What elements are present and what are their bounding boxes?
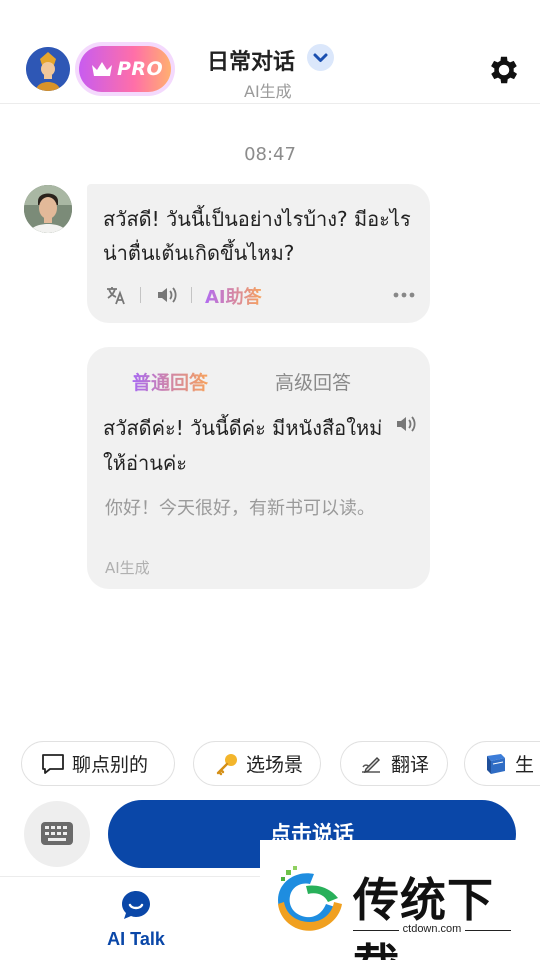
answer-suggestion-card: 普通回答 高级回答 สวัสดีค่ะ! วันนี้ดีค่ะ มีหนังส… <box>87 347 430 589</box>
watermark-overlay: 传统下载 ctdown.com <box>260 840 540 960</box>
speaker-icon[interactable] <box>155 284 179 306</box>
ai-generated-label: AI生成 <box>105 559 150 577</box>
chevron-down-icon[interactable] <box>307 44 334 71</box>
chip-label: 聊点别的 <box>72 754 149 776</box>
chip-label: 生 <box>515 754 535 776</box>
divider <box>140 287 141 303</box>
answer-translation: 你好！今天很好，有新书可以读。 <box>105 498 375 519</box>
suggestion-chips: 聊点别的 选场景 翻译 生 <box>0 741 540 787</box>
answer-thai-text: สวัสดีค่ะ! วันนี้ดีค่ะ มีหนังสือใหม่ให้อ… <box>103 416 383 475</box>
more-icon[interactable] <box>393 292 415 298</box>
divider <box>191 287 192 303</box>
chip-label: 翻译 <box>391 754 430 776</box>
tab-normal-answer[interactable]: 普通回答 <box>132 368 208 395</box>
tutor-message-bubble[interactable]: สวัสดี! วันนี้เป็นอย่างไรบ้าง? มีอะไรน่า… <box>87 184 430 323</box>
user-avatar[interactable] <box>26 47 70 91</box>
translate-icon[interactable] <box>105 284 127 306</box>
chip-label: 选场景 <box>246 754 304 776</box>
page-subtitle: AI生成 <box>244 82 292 101</box>
chip-choose-scene[interactable]: 选场景 <box>193 741 321 786</box>
tab-ai-talk[interactable]: AI Talk <box>96 889 176 950</box>
pro-badge[interactable]: PRO <box>79 46 171 92</box>
speech-bubble-icon <box>42 753 64 774</box>
tab-advanced-answer[interactable]: 高级回答 <box>275 368 351 395</box>
chip-more[interactable]: 生 <box>464 741 540 786</box>
header-bar: PRO 日常对话 AI生成 <box>0 0 540 104</box>
chat-bubble-icon <box>122 891 150 919</box>
writing-hand-icon <box>362 756 380 773</box>
keyboard-icon <box>41 822 73 845</box>
watermark-text: 传统下载 <box>353 873 494 960</box>
chip-chat-other[interactable]: 聊点别的 <box>21 741 175 786</box>
tab-label: AI Talk <box>107 929 165 949</box>
chip-translate[interactable]: 翻译 <box>340 741 448 786</box>
speaker-icon[interactable] <box>394 413 418 435</box>
watermark-url: ctdown.com <box>402 923 462 935</box>
message-text: สวัสดี! วันนี้เป็นอย่างไรบ้าง? มีอะไรน่า… <box>103 207 411 265</box>
tutor-avatar[interactable] <box>24 185 72 233</box>
keyboard-toggle-button[interactable] <box>24 801 90 867</box>
crown-icon <box>92 62 112 76</box>
page-title: 日常对话 <box>207 50 296 75</box>
ai-help-button[interactable]: AI助答 <box>205 283 262 309</box>
book-icon <box>487 753 505 774</box>
gear-icon[interactable] <box>486 52 522 88</box>
message-time: 08:47 <box>244 144 296 165</box>
watermark-logo-icon <box>278 866 342 931</box>
pro-label: PRO <box>117 58 164 80</box>
key-icon <box>216 753 237 775</box>
message-toolbar: AI助答 <box>105 282 415 308</box>
